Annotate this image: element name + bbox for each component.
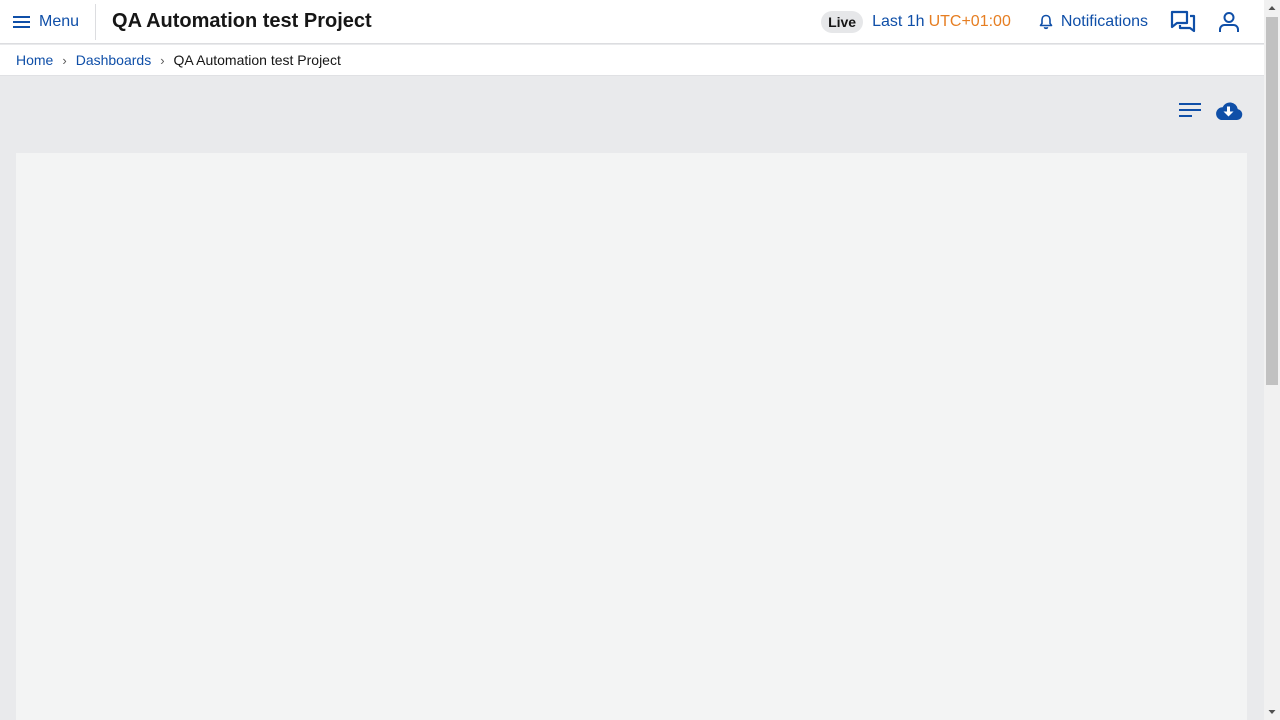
user-icon xyxy=(1219,11,1239,32)
notifications-label: Notifications xyxy=(1060,12,1148,30)
list-icon xyxy=(1179,103,1201,117)
header-divider xyxy=(95,3,97,40)
scroll-thumb[interactable] xyxy=(1266,17,1278,385)
time-range-picker[interactable]: Last 1h UTC+01:00 xyxy=(872,13,1011,31)
scroll-down-icon[interactable] xyxy=(1264,704,1280,720)
scrollbar[interactable] xyxy=(1264,0,1280,720)
breadcrumb-separator: › xyxy=(62,52,67,68)
chat-button[interactable] xyxy=(1170,9,1196,35)
page-title: QA Automation test Project xyxy=(112,10,372,32)
menu-button[interactable]: Menu xyxy=(0,0,95,44)
breadcrumb: Home › Dashboards › QA Automation test P… xyxy=(0,45,1264,76)
chat-icon xyxy=(1170,10,1196,32)
timezone-label: UTC+01:00 xyxy=(928,12,1011,30)
breadcrumb-home[interactable]: Home xyxy=(16,52,53,68)
download-button[interactable] xyxy=(1214,100,1243,127)
top-header: Menu QA Automation test Project Live Las… xyxy=(0,0,1264,44)
menu-icon xyxy=(13,15,30,28)
breadcrumb-current: QA Automation test Project xyxy=(173,52,341,68)
live-badge[interactable]: Live xyxy=(821,10,864,33)
breadcrumb-dashboards[interactable]: Dashboards xyxy=(76,52,152,68)
header-actions: Live Last 1h UTC+01:00 Notifications xyxy=(821,0,1264,44)
scroll-up-icon[interactable] xyxy=(1264,0,1280,16)
list-button[interactable] xyxy=(1179,102,1201,123)
menu-label: Menu xyxy=(39,12,80,30)
breadcrumb-separator: › xyxy=(160,52,165,68)
cloud-download-icon xyxy=(1216,102,1243,120)
time-range-label: Last 1h xyxy=(872,12,925,30)
bell-icon xyxy=(1039,14,1053,29)
notifications-button[interactable]: Notifications xyxy=(1039,13,1148,31)
dashboard-panel xyxy=(16,153,1247,720)
user-button[interactable] xyxy=(1216,9,1242,35)
